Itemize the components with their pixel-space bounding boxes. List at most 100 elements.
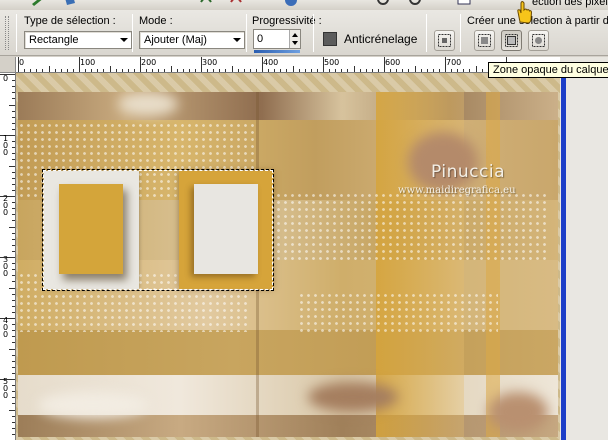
ruler-tick xyxy=(12,153,15,155)
ruler-tick xyxy=(12,360,15,362)
ruler-tick xyxy=(12,159,15,161)
ruler-tick xyxy=(12,415,15,417)
spinner-buttons[interactable] xyxy=(289,30,300,48)
ruler-tick xyxy=(12,385,15,387)
ruler-tick xyxy=(188,69,190,72)
ruler-tick xyxy=(9,226,15,228)
selection-options-button[interactable] xyxy=(434,30,455,51)
window-icon[interactable] xyxy=(456,0,472,8)
ruler-tick xyxy=(12,141,15,143)
ruler-tick xyxy=(243,69,245,72)
vertical-ruler: 0 1 0 0 2 0 0 3 0 0 4 0 0 5 0 0 xyxy=(0,73,16,440)
image-blob xyxy=(488,392,548,432)
undo-icon[interactable] xyxy=(198,0,214,8)
ruler-corner xyxy=(0,57,16,73)
ruler-tick xyxy=(347,69,349,72)
ruler-tick xyxy=(481,69,483,72)
ruler-tick xyxy=(12,86,15,88)
ruler-tick xyxy=(72,69,74,72)
ruler-label: 0 xyxy=(3,74,9,83)
create-from-label: Créer une sélection à partir de : xyxy=(467,15,608,27)
image-canvas[interactable]: Pinuccia www.maidiregrafica.eu xyxy=(18,92,558,437)
ruler-tick xyxy=(109,66,111,72)
selection-from-canvas-button[interactable] xyxy=(474,30,495,51)
selection-from-opaque-layer-button[interactable] xyxy=(501,30,522,51)
mode-label: Mode : xyxy=(139,15,173,27)
ruler-label: 5 0 0 xyxy=(3,377,9,400)
ruler-tick xyxy=(170,66,172,72)
ruler-tick xyxy=(365,69,367,72)
watermark-url: www.maidiregrafica.eu xyxy=(398,185,516,196)
ruler-tick xyxy=(292,66,294,72)
bucket-icon[interactable] xyxy=(62,0,78,8)
redo-icon[interactable] xyxy=(228,0,244,8)
ruler-tick xyxy=(335,69,337,72)
ruler-tick xyxy=(304,69,306,72)
ruler-label: 500 xyxy=(324,58,340,67)
feather-spinner[interactable]: 0 xyxy=(253,29,301,49)
ruler-tick xyxy=(12,433,15,435)
ruler-tick xyxy=(115,69,117,72)
selection-from-layer-button[interactable] xyxy=(528,30,549,51)
ruler-tick xyxy=(286,69,288,72)
ruler-tick xyxy=(9,165,15,167)
horizontal-ruler: 0 100 200 300 400 500 600 700 xyxy=(16,57,560,73)
workspace: 0 100 200 300 400 500 600 700 0 1 0 0 2 … xyxy=(0,57,608,440)
antialias-checkbox[interactable] xyxy=(323,32,337,46)
ruler-tick xyxy=(12,116,15,118)
selection-type-dropdown[interactable]: Rectangle xyxy=(24,31,132,49)
image-blob xyxy=(118,92,178,116)
selection-options-icon xyxy=(438,34,451,47)
canvas-background[interactable]: Pinuccia www.maidiregrafica.eu xyxy=(16,73,560,440)
ruler-label: 3 0 0 xyxy=(3,255,9,278)
ruler-tick xyxy=(12,122,15,124)
feather-slider-bar[interactable] xyxy=(254,50,300,53)
brush-icon[interactable] xyxy=(30,0,46,8)
toolbar-grip[interactable] xyxy=(5,16,9,50)
ruler-label: 100 xyxy=(80,58,96,67)
ruler-tick xyxy=(414,66,416,72)
ruler-tick xyxy=(30,69,32,72)
ruler-tick xyxy=(408,69,410,72)
ruler-tick xyxy=(54,69,56,72)
chevron-down-icon xyxy=(233,38,241,42)
zoom-out-icon[interactable] xyxy=(408,0,424,8)
spin-down-icon[interactable] xyxy=(292,41,298,45)
ruler-tick xyxy=(12,366,15,368)
selection-from-canvas-icon xyxy=(478,34,491,47)
antialias-label: Anticrénelage xyxy=(344,32,418,46)
ruler-tick xyxy=(12,263,15,265)
ruler-tick xyxy=(121,69,123,72)
selection-type-label: Type de sélection : xyxy=(24,15,116,27)
zoom-in-icon[interactable] xyxy=(376,0,392,8)
help-icon[interactable] xyxy=(283,0,299,8)
ruler-tick xyxy=(12,244,15,246)
toolbar-separator xyxy=(313,14,314,52)
toolbar-separator xyxy=(460,14,461,52)
ruler-tick xyxy=(402,69,404,72)
ruler-tick xyxy=(316,69,318,72)
watermark-title: Pinuccia xyxy=(431,162,505,182)
ruler-tick xyxy=(12,232,15,234)
ruler-tick xyxy=(341,69,343,72)
mode-dropdown[interactable]: Ajouter (Maj) xyxy=(139,31,245,49)
ruler-tick xyxy=(237,69,239,72)
selection-marquee[interactable] xyxy=(42,169,274,291)
right-workspace-area xyxy=(560,73,608,440)
ruler-label: 2 0 0 xyxy=(3,194,9,217)
spin-up-icon[interactable] xyxy=(292,33,298,37)
ruler-tick xyxy=(127,69,129,72)
ruler-tick xyxy=(182,69,184,72)
ruler-label: 400 xyxy=(263,58,279,67)
ruler-tick xyxy=(12,293,15,295)
ruler-label: 0 xyxy=(19,58,25,67)
ruler-tick xyxy=(146,69,148,72)
ruler-tick xyxy=(12,281,15,283)
tooltip: Zone opaque du calque xyxy=(488,62,608,78)
ruler-tick xyxy=(213,69,215,72)
ruler-tick xyxy=(12,183,15,185)
ruler-tick xyxy=(12,171,15,173)
ruler-tick xyxy=(24,69,26,72)
ruler-tick xyxy=(12,324,15,326)
ruler-tick xyxy=(371,69,373,72)
